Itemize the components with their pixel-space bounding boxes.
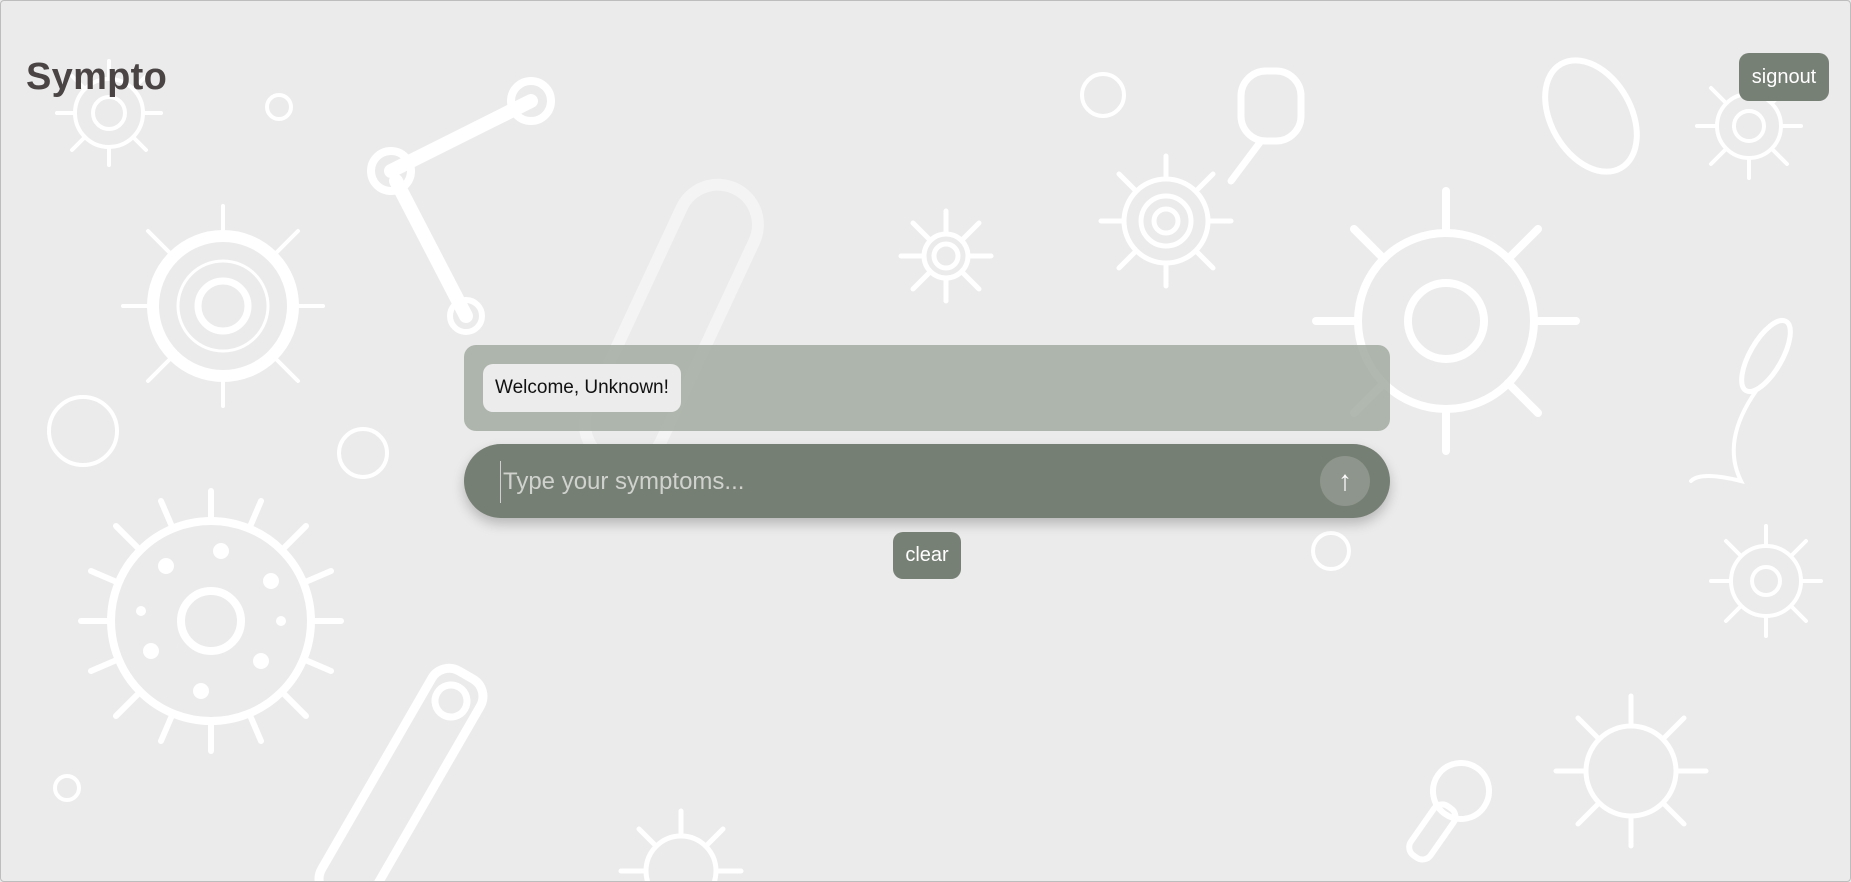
cell-illustration [265, 93, 293, 121]
capsule-illustration [578, 178, 764, 471]
chat-messages-panel: Welcome, Unknown! [464, 345, 1390, 431]
virus-illustration [618, 808, 744, 881]
tool-illustration [384, 94, 538, 323]
virus-illustration [898, 208, 994, 304]
cell-illustration [337, 427, 389, 479]
bacteria-illustration [1739, 317, 1793, 395]
tool-illustration [1406, 760, 1492, 863]
cell-illustration [1080, 72, 1126, 118]
flagellum-illustration [1689, 389, 1758, 484]
virus-illustration [1553, 693, 1709, 849]
tool-illustration [1227, 67, 1305, 185]
tool-illustration [314, 663, 488, 881]
chat-message-bubble: Welcome, Unknown! [483, 364, 681, 412]
clear-button[interactable]: clear [893, 532, 961, 579]
arrow-up-icon: ↑ [1338, 465, 1352, 496]
send-button[interactable]: ↑ [1320, 456, 1370, 506]
symptom-input[interactable] [500, 461, 1285, 503]
virus-illustration [121, 204, 325, 408]
virus-illustration [1098, 153, 1234, 289]
symptom-input-bar: ↑ [464, 444, 1390, 518]
cell-illustration [47, 395, 119, 467]
app-frame: Sympto signout Welcome, Unknown! ↑ clear [0, 0, 1851, 882]
virus-illustration [78, 488, 344, 754]
cell-illustration [53, 774, 81, 802]
bacteria-illustration [1542, 57, 1640, 175]
app-title: Sympto [26, 56, 168, 98]
cell-illustration [1311, 531, 1351, 571]
signout-button[interactable]: signout [1739, 53, 1829, 101]
background-pattern [47, 57, 1823, 881]
virus-illustration [1709, 524, 1823, 638]
